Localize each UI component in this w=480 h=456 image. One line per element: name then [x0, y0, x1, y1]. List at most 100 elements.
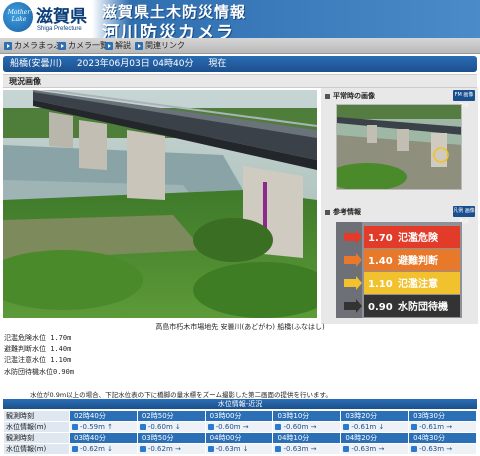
water-level-icon — [275, 446, 282, 452]
water-level-icon — [275, 424, 282, 430]
water-level-text: -0.60m → — [283, 423, 317, 431]
observation-time: 03時30分 — [408, 410, 477, 422]
time-row: 観測時刻 03時40分 03時50分 04時00分 04時10分 04時20分 04時30分 — [3, 432, 477, 444]
normal-bridge-photo — [337, 105, 461, 189]
water-level-text: -0.61m → — [419, 423, 453, 431]
observation-time: 03時00分 — [204, 410, 274, 422]
level-label-text: 氾濫危険 — [398, 231, 439, 244]
water-level-icon — [139, 446, 146, 452]
water-level-value: -0.59m ↑ — [69, 421, 138, 433]
station-bar: 船橋(安曇川) 2023年06月03日 04時40分 現在 — [3, 56, 477, 72]
current-camera-image — [3, 90, 317, 318]
level-danger: 氾濫危険水位 1.70m — [4, 334, 72, 342]
water-level-value: -0.63m → — [272, 443, 342, 455]
observation-time: 03時50分 — [136, 432, 206, 444]
page: Mother Lake 滋賀県 Shiga Prefecture 滋賀県土木防災… — [0, 0, 480, 456]
reference-info-badge[interactable]: 凡例 画像表示 — [453, 206, 475, 225]
station-name: 船橋(安曇川) — [10, 59, 63, 69]
logo-mother-lake-text: Mother Lake — [7, 9, 31, 23]
level-evacuation: 避難判断水位 1.40m — [4, 345, 72, 354]
observation-time: 04時20分 — [340, 432, 410, 444]
nav-camera-map[interactable]: カメラまっぷ — [3, 40, 62, 52]
water-level-text: -0.63m ↓ — [215, 445, 249, 453]
level-label-text: 水防団待機 — [397, 300, 448, 313]
water-level-text: -0.63m → — [419, 445, 453, 453]
observation-time: 03時20分 — [340, 410, 410, 422]
logo-prefecture-name: 滋賀県 — [36, 7, 87, 27]
water-level-icon — [72, 424, 78, 430]
level-value-text: 1.70 — [368, 233, 393, 244]
observation-time: 02時50分 — [136, 410, 206, 422]
water-level-icon — [207, 446, 214, 452]
water-level-icon — [139, 424, 146, 430]
water-level-value: -0.60m ↓ — [136, 421, 206, 433]
square-icon — [325, 209, 330, 215]
threshold-levels: 氾濫危険水位 1.70m 避難判断水位 1.40m 氾濫注意水位 1.10m 水… — [4, 333, 74, 378]
water-level-row: 水位情報(m) -0.59m ↑ -0.60m ↓ -0.60m → -0.60m → -… — [3, 421, 477, 433]
water-level-value: -0.61m → — [408, 421, 477, 433]
water-level-icon — [343, 424, 350, 430]
water-level-icon — [411, 424, 418, 430]
level-label-text: 氾濫注意 — [398, 277, 438, 290]
water-level-value: -0.60m → — [272, 421, 342, 433]
observation-time: 03時40分 — [69, 432, 138, 444]
water-level-text: -0.62m → — [147, 445, 181, 453]
water-level-table-title: 水位情報-近況 — [3, 399, 477, 409]
normal-image-badge[interactable]: FM 画像表示 — [453, 90, 475, 109]
time-label: 観測時刻 — [3, 432, 70, 444]
water-level-value: -0.62m ↓ — [69, 443, 138, 455]
observation-time: 04時00分 — [204, 432, 274, 444]
shiga-logo[interactable]: Mother Lake 滋賀県 Shiga Prefecture — [3, 2, 93, 36]
arrow-icon — [4, 42, 12, 50]
level-value-text: 0.90 — [368, 302, 393, 313]
water-level-gauge-diagram: 1.70 氾濫危険 1.40 避難判断 1.10 氾濫注意 0.90 水防団待機 — [336, 222, 462, 318]
water-level-text: -0.63m → — [351, 445, 385, 453]
level-standby: 水防団待機水位0.90m — [4, 367, 75, 376]
water-level-table: 観測時刻 02時40分 02時50分 03時00分 03時10分 03時20分 03時30分… — [3, 410, 477, 455]
current-image-heading: 現況画像 — [3, 74, 477, 88]
water-level-value: -0.62m → — [136, 443, 206, 455]
water-level-icon — [72, 446, 78, 452]
level-value-text: 1.40 — [368, 256, 393, 267]
level-caution: 氾濫注意水位 1.10m — [4, 356, 72, 365]
water-level-icon — [207, 424, 214, 430]
water-level-row: 水位情報(m) -0.62m ↓ -0.62m → -0.63m ↓ -0.63m → -… — [3, 443, 477, 455]
arrow-icon — [105, 42, 113, 50]
water-level-text: -0.61m ↓ — [351, 423, 385, 431]
water-level-label: 水位情報(m) — [3, 421, 70, 433]
square-icon — [325, 93, 330, 99]
observation-time: 04時10分 — [272, 432, 342, 444]
water-level-text: -0.63m → — [283, 445, 317, 453]
arrow-icon — [135, 42, 143, 50]
observation-time: 04時30分 — [408, 432, 477, 444]
nav-camera-list[interactable]: カメラ一覧 — [57, 40, 108, 52]
water-level-value: -0.61m ↓ — [340, 421, 410, 433]
water-level-icon — [411, 446, 418, 452]
water-level-text: -0.60m → — [215, 423, 249, 431]
water-level-text: -0.62m ↓ — [80, 445, 114, 453]
normal-camera-image[interactable] — [336, 104, 462, 190]
logo-prefecture-english: Shiga Prefecture — [37, 26, 82, 32]
main-nav: カメラまっぷ カメラ一覧 解説 関連リンク — [0, 38, 480, 54]
nav-explanation[interactable]: 解説 — [104, 40, 131, 52]
water-level-text: -0.60m ↓ — [147, 423, 181, 431]
side-panel: 平常時の画像 FM 画像表示 参考情報 凡例 画像表示 1.70 氾濫危険 1.… — [321, 88, 478, 324]
observation-time: 02時40分 — [69, 410, 138, 422]
water-level-reference-image: 1.70 氾濫危険 1.40 避難判断 1.10 氾濫注意 0.90 水防団待機 — [336, 222, 462, 318]
arrow-icon — [58, 42, 66, 50]
water-level-value: -0.60m → — [204, 421, 274, 433]
bridge-river-photo — [3, 90, 317, 318]
time-row: 観測時刻 02時40分 02時50分 03時00分 03時10分 03時20分 03時30分 — [3, 410, 477, 422]
nav-related-links[interactable]: 関連リンク — [134, 40, 185, 52]
current-label: 現在 — [208, 59, 227, 69]
water-level-value: -0.63m → — [408, 443, 477, 455]
zoom-notice: 水位が0.9m以上の場合、下記水位表の下に橋脚の量水標をズーム撮影した第二画面の… — [30, 391, 332, 399]
water-level-label: 水位情報(m) — [3, 443, 70, 455]
water-level-value: -0.63m ↓ — [204, 443, 274, 455]
location-caption: 高島市朽木市場地先 安曇川(あどがわ) 船橋(ふなはし) — [155, 323, 325, 331]
level-value-text: 1.10 — [368, 279, 393, 290]
observation-time: 03時10分 — [272, 410, 342, 422]
level-label-text: 避難判断 — [397, 254, 438, 267]
site-header: Mother Lake 滋賀県 Shiga Prefecture 滋賀県土木防災… — [0, 0, 480, 43]
time-label: 観測時刻 — [3, 410, 70, 422]
